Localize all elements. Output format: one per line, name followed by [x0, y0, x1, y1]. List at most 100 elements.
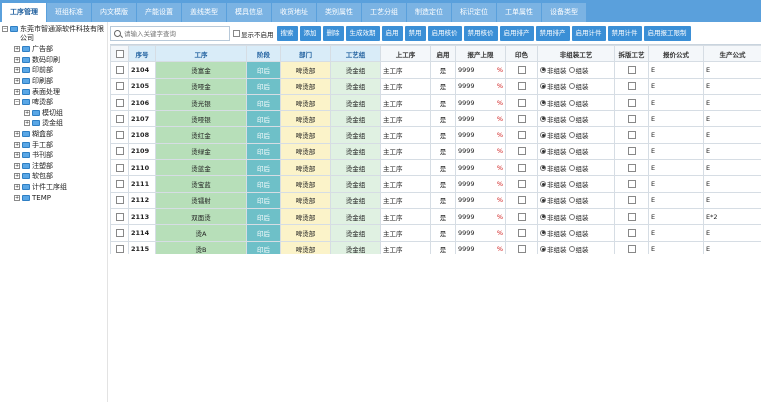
toolbar-button-6[interactable]: 启用核价	[427, 26, 462, 41]
row-checkbox[interactable]	[115, 98, 124, 107]
process-group-cell[interactable]: 烫金组	[330, 175, 381, 193]
radio-non-assembly[interactable]	[540, 148, 546, 155]
radio-assembly[interactable]	[568, 66, 575, 73]
row-select-cell[interactable]	[110, 240, 129, 254]
tree-node[interactable]: + 书刊部	[2, 150, 105, 161]
quote-formula-cell[interactable]: E	[648, 224, 704, 242]
row-select-cell[interactable]	[110, 142, 129, 161]
prev-process-cell[interactable]: 主工序	[380, 142, 431, 161]
prev-process-cell[interactable]: 主工序	[380, 240, 431, 254]
toolbar-button-5[interactable]: 禁用	[404, 26, 426, 41]
disassembly-checkbox[interactable]	[627, 98, 636, 107]
show-disabled-toggle[interactable]: 显示不启用	[233, 29, 274, 39]
column-header[interactable]: 启用	[430, 45, 456, 63]
radio-non-assembly[interactable]	[540, 66, 546, 73]
department-cell[interactable]: 啤烫部	[280, 224, 331, 242]
disassembly-checkbox[interactable]	[627, 82, 636, 91]
row-checkbox[interactable]	[115, 65, 124, 74]
print-color-cell[interactable]	[505, 207, 538, 226]
tree-node[interactable]: + 计件工序组	[2, 182, 105, 193]
radio-assembly[interactable]	[568, 115, 575, 122]
select-all-checkbox[interactable]	[115, 49, 124, 58]
assembly-type-cell[interactable]: 非组装 组装	[537, 224, 615, 242]
stage-cell[interactable]: 印后	[246, 126, 281, 144]
process-group-cell[interactable]: 烫金组	[330, 207, 381, 226]
capacity-limit-cell[interactable]: 9999%	[455, 224, 506, 242]
disassembly-cell[interactable]	[614, 77, 649, 95]
assembly-type-cell[interactable]: 非组装 组装	[537, 240, 615, 254]
toolbar-button-9[interactable]: 禁用排产	[535, 26, 570, 41]
table-row[interactable]: 2112 烫镭射 印后 啤烫部 烫金组 主工序是 9999% 非组装 组装 E E	[110, 191, 761, 209]
department-cell[interactable]: 啤烫部	[280, 191, 331, 209]
department-cell[interactable]: 啤烫部	[280, 175, 331, 193]
radio-non-assembly[interactable]	[540, 181, 546, 188]
print-color-checkbox[interactable]	[517, 65, 526, 74]
disassembly-checkbox[interactable]	[627, 163, 636, 172]
radio-assembly[interactable]	[568, 164, 575, 171]
quote-formula-cell[interactable]: E	[648, 93, 704, 112]
row-checkbox[interactable]	[115, 163, 124, 172]
quote-formula-cell[interactable]: E	[648, 175, 704, 193]
disassembly-cell[interactable]	[614, 224, 649, 242]
print-color-cell[interactable]	[505, 175, 538, 193]
tree-root[interactable]: − 东莞市智通源软件科技有限公司	[2, 25, 105, 43]
tab-0[interactable]: 工序管理	[2, 3, 46, 22]
expand-icon[interactable]: +	[14, 46, 20, 53]
show-disabled-checkbox[interactable]	[233, 30, 240, 37]
column-header[interactable]: 阶段	[246, 45, 281, 63]
assembly-type-cell[interactable]: 非组装 组装	[537, 159, 615, 177]
column-header[interactable]: 工序	[155, 45, 247, 63]
tree-node[interactable]: + TEMP	[2, 192, 105, 203]
prev-process-cell[interactable]: 主工序	[380, 126, 431, 144]
print-color-checkbox[interactable]	[517, 82, 526, 91]
process-group-cell[interactable]: 烫金组	[330, 126, 381, 144]
prev-process-cell[interactable]: 主工序	[380, 61, 431, 79]
expand-icon[interactable]: +	[14, 131, 20, 138]
expand-icon[interactable]: +	[14, 67, 20, 74]
disassembly-cell[interactable]	[614, 175, 649, 193]
production-formula-cell[interactable]: E	[703, 191, 761, 209]
prev-process-cell[interactable]: 主工序	[380, 191, 431, 209]
column-header[interactable]: 报产上限	[455, 45, 506, 63]
print-color-checkbox[interactable]	[517, 245, 526, 254]
disassembly-cell[interactable]	[614, 142, 649, 161]
table-row[interactable]: 2109 烫绿金 印后 啤烫部 烫金组 主工序是 9999% 非组装 组装 E E	[110, 142, 761, 161]
radio-non-assembly[interactable]	[540, 83, 546, 90]
table-row[interactable]: 2107 烫哑银 印后 啤烫部 烫金组 主工序是 9999% 非组装 组装 E E	[110, 110, 761, 128]
print-color-checkbox[interactable]	[517, 131, 526, 140]
tab-9[interactable]: 制造定位	[407, 3, 451, 22]
quote-formula-cell[interactable]: E	[648, 159, 704, 177]
print-color-cell[interactable]	[505, 77, 538, 95]
radio-assembly[interactable]	[568, 197, 575, 204]
print-color-cell[interactable]	[505, 93, 538, 112]
disassembly-checkbox[interactable]	[627, 147, 636, 156]
process-group-cell[interactable]: 烫金组	[330, 110, 381, 128]
toolbar-button-2[interactable]: 删除	[322, 26, 344, 41]
print-color-checkbox[interactable]	[517, 180, 526, 189]
stage-cell[interactable]: 印后	[246, 77, 281, 95]
toolbar-button-10[interactable]: 启用计件	[571, 26, 606, 41]
search-box[interactable]	[110, 26, 230, 41]
tree-node[interactable]: − 啤烫部	[2, 97, 105, 108]
print-color-checkbox[interactable]	[517, 114, 526, 123]
print-color-checkbox[interactable]	[517, 98, 526, 107]
enabled-cell[interactable]: 是	[430, 240, 456, 254]
department-cell[interactable]: 啤烫部	[280, 61, 331, 79]
expand-icon[interactable]: +	[14, 78, 20, 85]
assembly-type-cell[interactable]: 非组装 组装	[537, 61, 615, 79]
capacity-limit-cell[interactable]: 9999%	[455, 175, 506, 193]
assembly-type-cell[interactable]: 非组装 组装	[537, 175, 615, 193]
process-cell[interactable]: 烫宝蓝	[155, 175, 247, 193]
production-formula-cell[interactable]: E	[703, 175, 761, 193]
expand-icon[interactable]: +	[14, 152, 20, 159]
process-cell[interactable]: 双面烫	[155, 207, 247, 226]
table-row[interactable]: 2108 烫红金 印后 啤烫部 烫金组 主工序是 9999% 非组装 组装 E E	[110, 126, 761, 144]
capacity-limit-cell[interactable]: 9999%	[455, 191, 506, 209]
process-cell[interactable]: 烫哑金	[155, 77, 247, 95]
column-header[interactable]: 部门	[280, 45, 331, 63]
disassembly-cell[interactable]	[614, 207, 649, 226]
column-header[interactable]: 拆版工艺	[614, 45, 649, 63]
tree-node[interactable]: + 烫金组	[2, 118, 105, 129]
disassembly-checkbox[interactable]	[627, 212, 636, 221]
assembly-type-cell[interactable]: 非组装 组装	[537, 207, 615, 226]
